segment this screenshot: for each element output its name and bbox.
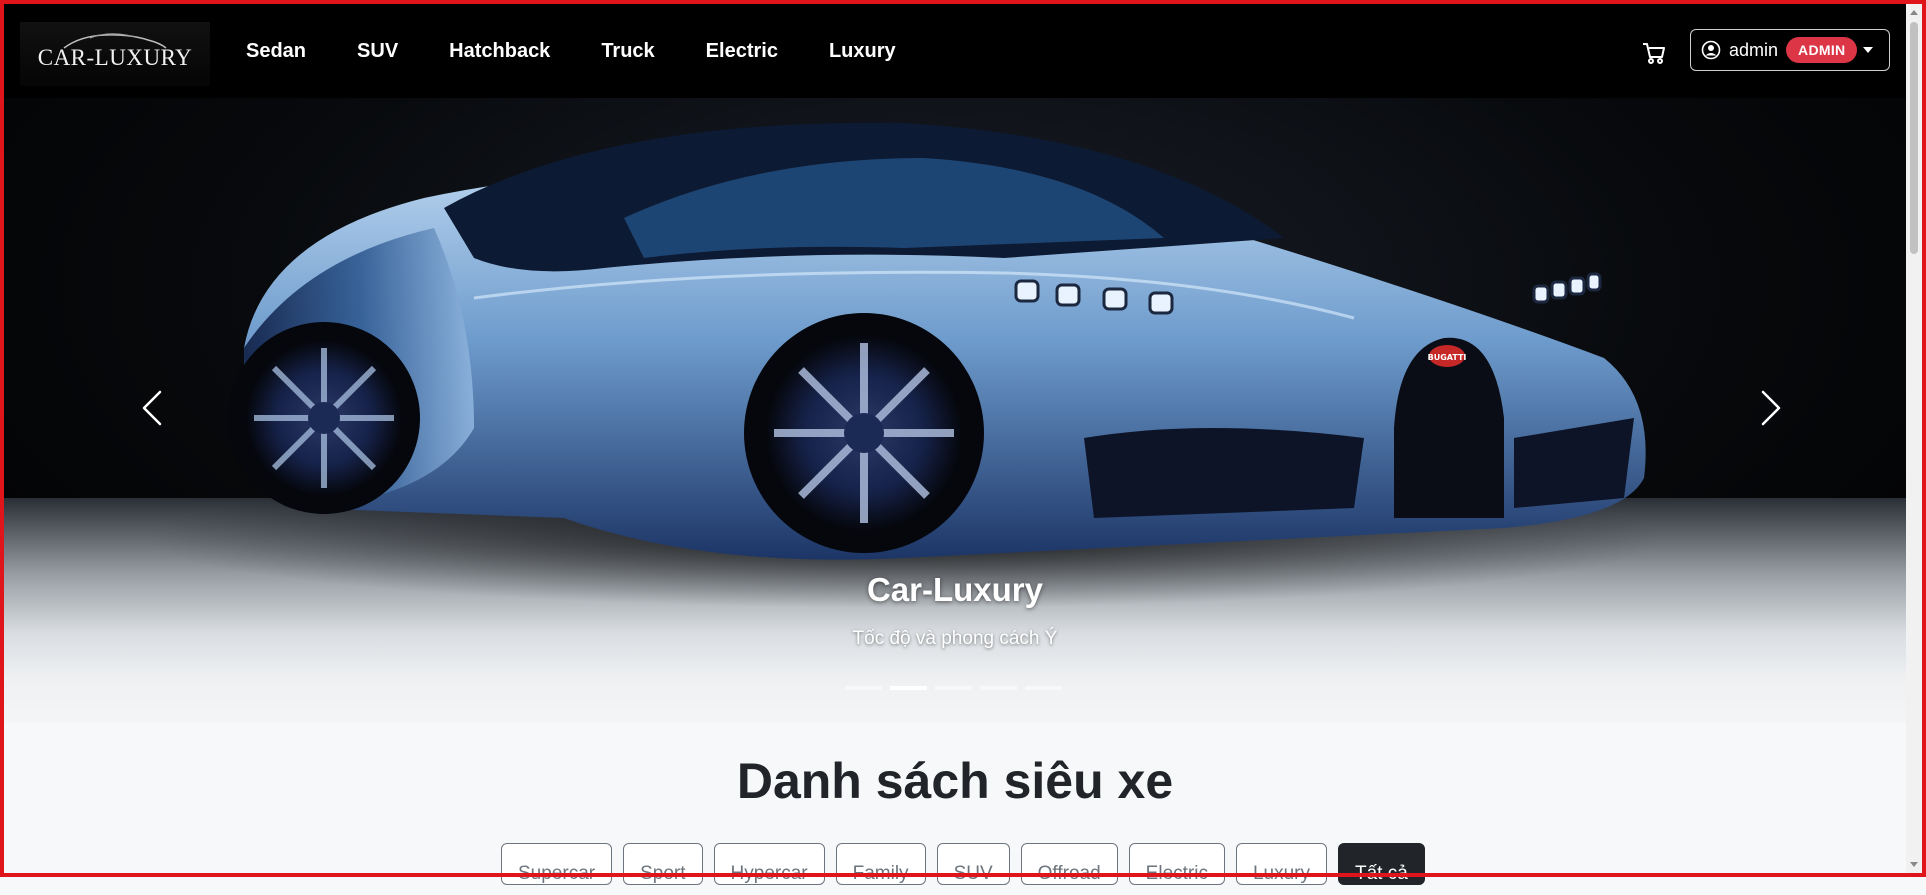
carousel-indicator[interactable] bbox=[1025, 686, 1062, 690]
nav-link-electric[interactable]: Electric bbox=[706, 40, 778, 63]
filter-family[interactable]: Family bbox=[835, 843, 926, 885]
main-nav: Sedan SUV Hatchback Truck Electric Luxur… bbox=[246, 4, 947, 98]
filter-all[interactable]: Tất cả bbox=[1338, 843, 1425, 885]
filter-electric[interactable]: Electric bbox=[1128, 843, 1225, 885]
section-title: Danh sách siêu xe bbox=[736, 753, 1174, 809]
scroll-down-icon[interactable] bbox=[1910, 862, 1918, 867]
carousel-indicator[interactable] bbox=[890, 686, 927, 690]
user-name: admin bbox=[1729, 39, 1779, 60]
nav-link-suv[interactable]: SUV bbox=[357, 40, 398, 63]
role-badge: ADMIN bbox=[1786, 37, 1858, 63]
user-circle-icon bbox=[1701, 40, 1721, 60]
carousel-indicators bbox=[845, 686, 1062, 690]
filter-offroad[interactable]: Offroad bbox=[1020, 843, 1118, 885]
nav-link-truck[interactable]: Truck bbox=[601, 40, 654, 63]
carousel-next-button[interactable] bbox=[1749, 388, 1789, 428]
scrollbar-thumb[interactable] bbox=[1910, 22, 1918, 254]
user-menu-button[interactable]: admin ADMIN bbox=[1690, 29, 1890, 71]
carousel-caption-title: Car-Luxury bbox=[866, 571, 1044, 608]
cart-icon bbox=[1643, 43, 1665, 64]
filter-sport[interactable]: Sport bbox=[623, 843, 703, 885]
carousel-prev-button[interactable] bbox=[134, 388, 174, 428]
brand-logo[interactable]: CAR-LUXURY bbox=[20, 22, 210, 86]
filter-suv[interactable]: SUV bbox=[936, 843, 1010, 885]
category-filters: Supercar Sport Hypercar Family SUV Offro… bbox=[501, 843, 1425, 885]
nav-link-luxury[interactable]: Luxury bbox=[829, 40, 896, 63]
filter-luxury[interactable]: Luxury bbox=[1235, 843, 1327, 885]
hero-carousel: BUGATTI Car-Luxury Tốc độ và phong cách … bbox=[4, 98, 1906, 723]
chevron-down-icon bbox=[1863, 47, 1874, 53]
carousel-caption-subtitle: Tốc độ và phong cách Ý bbox=[852, 628, 1058, 649]
nav-link-hatchback[interactable]: Hatchback bbox=[449, 40, 550, 63]
chevron-right-icon bbox=[1761, 390, 1781, 426]
filter-supercar[interactable]: Supercar bbox=[501, 843, 613, 885]
navbar: CAR-LUXURY Sedan SUV Hatchback Truck Ele… bbox=[4, 4, 1906, 98]
scroll-up-icon[interactable] bbox=[1910, 10, 1918, 15]
carousel-indicator[interactable] bbox=[845, 686, 882, 690]
carousel-indicator[interactable] bbox=[980, 686, 1017, 690]
page-scrollbar[interactable] bbox=[1906, 4, 1922, 873]
nav-link-sedan[interactable]: Sedan bbox=[246, 40, 306, 63]
carousel-indicator[interactable] bbox=[935, 686, 972, 690]
filter-hypercar[interactable]: Hypercar bbox=[713, 843, 825, 885]
car-badge-text: BUGATTI bbox=[1428, 353, 1467, 362]
chevron-left-icon bbox=[142, 390, 162, 426]
car-silhouette-icon bbox=[63, 33, 167, 49]
cart-button[interactable] bbox=[1641, 40, 1667, 66]
